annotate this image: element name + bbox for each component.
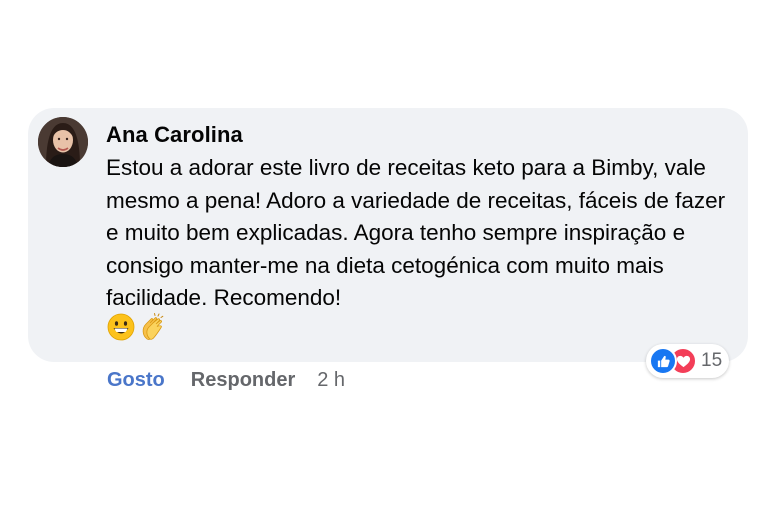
comment-text: Estou a adorar este livro de receitas ke… (106, 155, 726, 310)
avatar[interactable] (38, 117, 88, 167)
grinning-face-emoji (106, 312, 136, 342)
clapping-hands-emoji (138, 312, 168, 342)
like-icon (649, 347, 677, 375)
like-button[interactable]: Gosto (107, 369, 165, 392)
reaction-count: 15 (701, 350, 723, 371)
reaction-summary[interactable]: 15 (646, 344, 730, 378)
comment-author[interactable]: Ana Carolina (106, 122, 243, 148)
reply-button[interactable]: Responder (191, 369, 295, 392)
profile-photo-icon (38, 117, 88, 167)
comment-timestamp[interactable]: 2 h (317, 369, 345, 392)
emoji-row (106, 312, 168, 344)
comment-actions: Gosto Responder 2 h (107, 369, 345, 392)
